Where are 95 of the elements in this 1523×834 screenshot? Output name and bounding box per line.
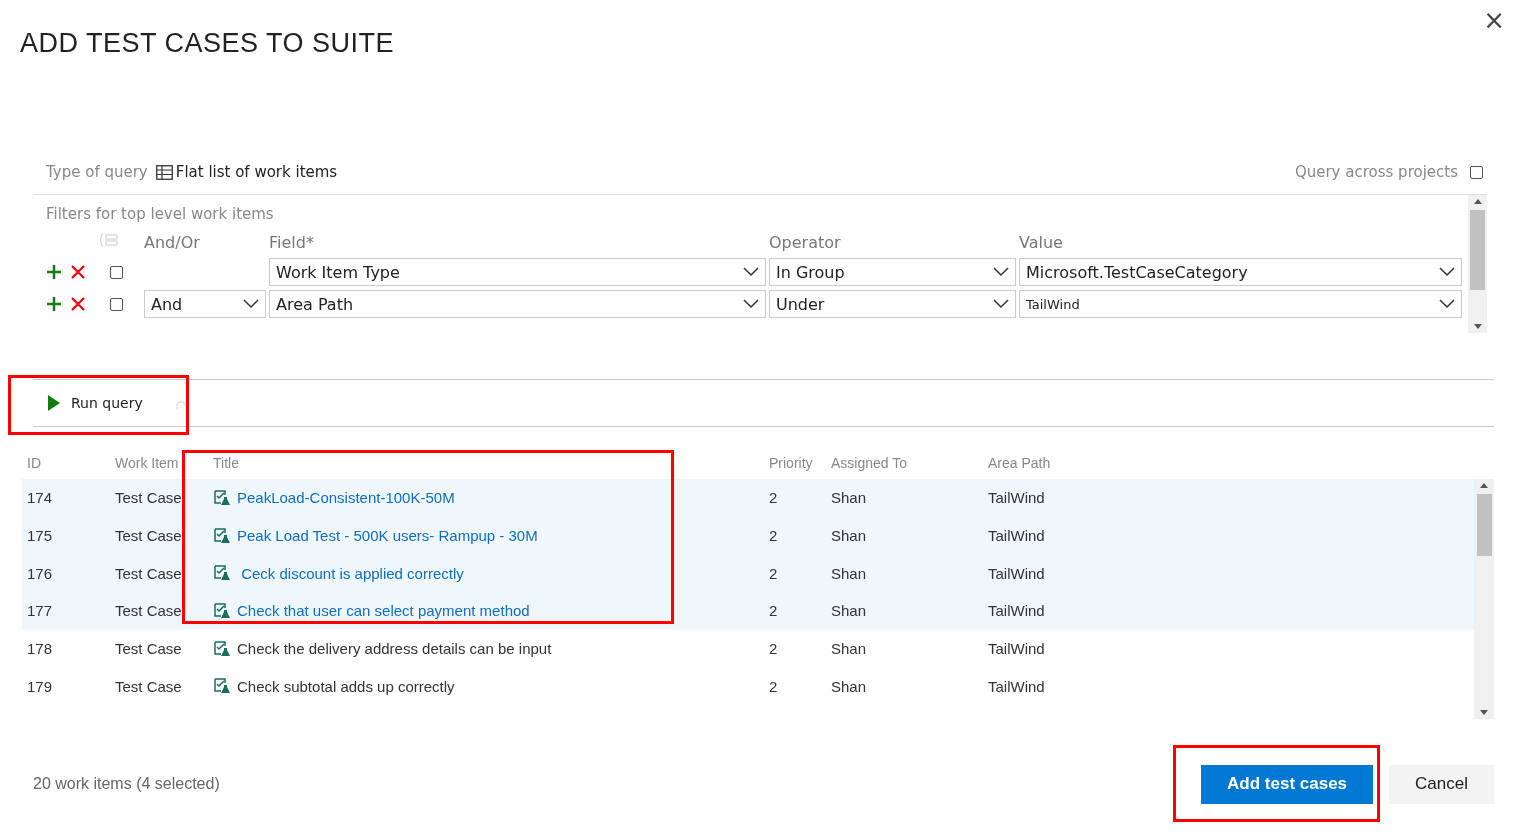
run-query-button[interactable]: Run query xyxy=(47,394,143,412)
chevron-down-icon xyxy=(993,299,1009,309)
id-cell-text: 174 xyxy=(27,489,54,507)
column-header: Title xyxy=(213,455,240,471)
id-cell-text: 176 xyxy=(27,564,54,582)
priority-cell-text: 2 xyxy=(769,602,779,620)
title-link[interactable]: Ceck discount is applied correctly xyxy=(237,564,464,582)
column-header: Value xyxy=(1019,232,1064,254)
work-item-type-cell-text: Test Case xyxy=(115,527,183,545)
add-icon[interactable] xyxy=(46,264,62,280)
assigned-to-cell-text: Shan xyxy=(831,640,868,658)
add-icon[interactable] xyxy=(46,296,62,312)
and-or-dropdown[interactable]: And xyxy=(144,290,266,318)
cancel-button[interactable]: Cancel xyxy=(1389,764,1494,804)
scrollbar[interactable] xyxy=(1468,195,1487,333)
title-link[interactable]: PeakLoad-Consistent-100K-50M xyxy=(237,489,455,507)
area-path-cell-text: TailWind xyxy=(988,640,1046,658)
column-header: Work Item xyxy=(115,455,180,471)
test-case-icon xyxy=(213,564,231,583)
query-across-checkbox[interactable] xyxy=(1470,165,1483,179)
column-header: Field* xyxy=(269,232,315,254)
test-case-icon xyxy=(213,677,231,696)
priority-cell-text: 2 xyxy=(769,640,779,658)
priority-cell-text: 2 xyxy=(769,527,779,545)
scrollbar[interactable] xyxy=(1474,479,1494,719)
id-cell-text: 178 xyxy=(27,640,54,658)
table-row[interactable]: 179 Test Case Check subtotal adds up correctly 2 Shan TailWind xyxy=(22,667,1474,706)
value-dropdown[interactable]: TailWind xyxy=(1019,290,1462,318)
query-type-label: Type of query xyxy=(46,163,148,181)
test-case-icon xyxy=(213,488,231,507)
undo-icon[interactable] xyxy=(174,400,187,412)
table-row[interactable]: 174 Test Case PeakLoad-Consistent-100K-50M 2 Shan TailWind xyxy=(22,479,1474,517)
assigned-to-cell-text: Shan xyxy=(831,677,868,695)
test-case-icon xyxy=(213,601,231,620)
close-button[interactable]: × xyxy=(1483,10,1505,30)
area-path-cell-text: TailWind xyxy=(988,527,1046,545)
query-type-value[interactable]: Flat list of work items xyxy=(175,163,338,181)
priority-cell-text: 2 xyxy=(769,564,779,582)
column-header: Operator xyxy=(769,232,842,254)
table-icon xyxy=(155,164,173,180)
id-cell-text: 179 xyxy=(27,677,54,695)
work-item-type-cell-text: Test Case xyxy=(115,564,183,582)
add-test-cases-button[interactable]: Add test cases xyxy=(1201,764,1374,804)
filters-heading: Filters for top level work items xyxy=(46,205,275,223)
chevron-down-icon xyxy=(743,299,759,309)
assigned-to-cell-text: Shan xyxy=(831,564,868,582)
chevron-down-icon xyxy=(243,299,259,309)
id-cell-text: 175 xyxy=(27,527,54,545)
test-case-icon xyxy=(213,639,231,658)
chevron-down-icon xyxy=(1439,267,1455,277)
play-icon xyxy=(47,394,61,412)
operator-dropdown[interactable]: Under xyxy=(769,290,1016,318)
chevron-down-icon xyxy=(993,267,1009,277)
title-link[interactable]: Peak Load Test - 500K users- Rampup - 30M xyxy=(237,527,538,545)
field-dropdown[interactable]: Work Item Type xyxy=(269,258,766,286)
area-path-cell-text: TailWind xyxy=(988,602,1046,620)
test-case-icon xyxy=(213,526,231,545)
table-row[interactable]: 175 Test Case Peak Load Test - 500K users- Rampup - 30M 2 Shan TailWind xyxy=(22,516,1474,555)
chevron-down-icon xyxy=(743,267,759,277)
priority-cell-text: 2 xyxy=(769,677,779,695)
assigned-to-cell-text: Shan xyxy=(831,527,868,545)
area-path-cell-text: TailWind xyxy=(988,489,1046,507)
column-header: Assigned To xyxy=(831,455,908,471)
query-across-label: Query across projects xyxy=(1294,163,1458,181)
group-clauses-icon xyxy=(100,232,118,247)
work-item-type-cell-text: Test Case xyxy=(115,602,183,620)
column-header: Area Path xyxy=(988,455,1052,471)
table-row[interactable]: 176 Test Case Ceck discount is applied correctly 2 Shan TailWind xyxy=(22,554,1474,593)
delete-icon[interactable] xyxy=(70,296,86,312)
column-header: Priority xyxy=(769,455,814,471)
work-item-type-cell-text: Test Case xyxy=(115,640,183,658)
assigned-to-cell-text: Shan xyxy=(831,602,868,620)
clause-checkbox[interactable] xyxy=(110,265,123,279)
clause-checkbox[interactable] xyxy=(110,297,123,311)
work-item-type-cell-text: Test Case xyxy=(115,489,183,507)
dialog-title: ADD TEST CASES TO SUITE xyxy=(20,28,395,59)
selection-status: 20 work items (4 selected) xyxy=(33,775,220,793)
column-header: And/Or xyxy=(144,232,201,254)
id-cell-text: 177 xyxy=(27,602,54,620)
chevron-down-icon xyxy=(1439,299,1455,309)
title-link[interactable]: Check that user can select payment method xyxy=(237,602,530,620)
area-path-cell-text: TailWind xyxy=(988,564,1046,582)
table-row[interactable]: 178 Test Case Check the delivery address details can be input 2 Shan TailWind xyxy=(22,629,1474,668)
value-dropdown[interactable]: Microsoft.TestCaseCategory xyxy=(1019,258,1462,286)
area-path-cell-text: TailWind xyxy=(988,677,1046,695)
title-link[interactable]: Check the delivery address details can be input xyxy=(237,640,552,658)
operator-dropdown[interactable]: In Group xyxy=(769,258,1016,286)
title-link[interactable]: Check subtotal adds up correctly xyxy=(237,677,455,695)
table-row[interactable]: 177 Test Case Check that user can select payment method 2 Shan TailWind xyxy=(22,592,1474,630)
column-header: ID xyxy=(27,455,42,471)
assigned-to-cell-text: Shan xyxy=(831,489,868,507)
work-item-type-cell-text: Test Case xyxy=(115,677,183,695)
delete-icon[interactable] xyxy=(70,264,86,280)
priority-cell-text: 2 xyxy=(769,489,779,507)
field-dropdown[interactable]: Area Path xyxy=(269,290,766,318)
